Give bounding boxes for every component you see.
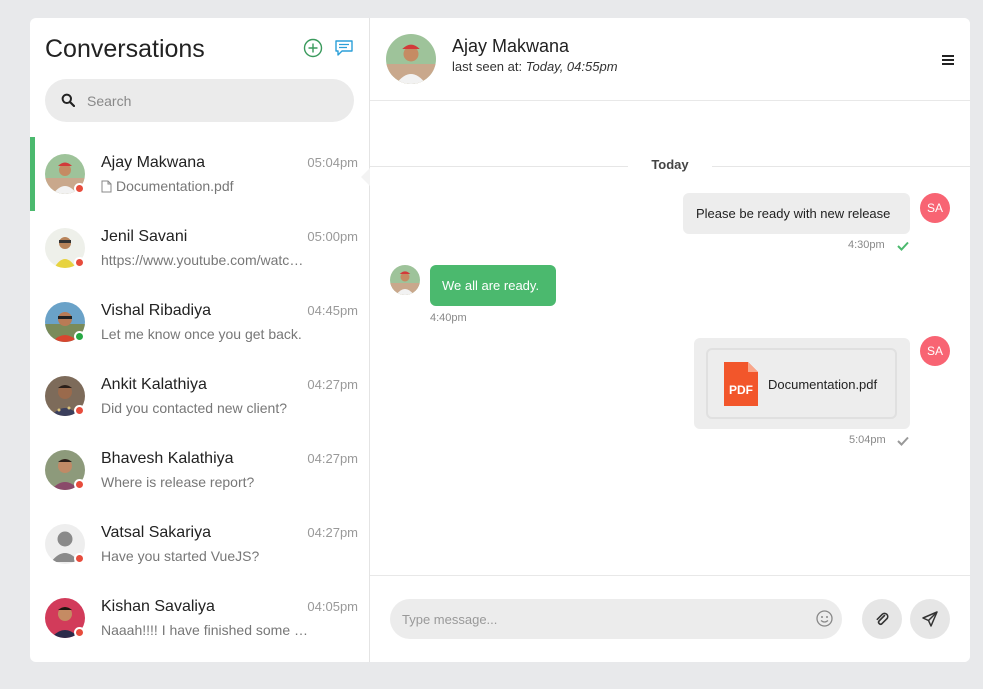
delivered-check-icon: [897, 436, 909, 446]
attach-button[interactable]: [862, 599, 902, 639]
conversation-preview: Did you contacted new client?: [101, 400, 287, 416]
chat-panel: Ajay Makwana last seen at: Today, 04:55p…: [370, 18, 970, 662]
conversation-item[interactable]: Kishan Savaliya 04:05pm Naaah!!!! I have…: [30, 581, 370, 655]
conversation-name: Jenil Savani: [101, 228, 188, 245]
message-bubble: We all are ready.: [430, 265, 556, 306]
last-seen-value: Today, 04:55pm: [525, 59, 618, 74]
status-dot: [74, 331, 85, 342]
conversation-item[interactable]: Vishal Ribadiya 04:45pm Let me know once…: [30, 285, 370, 359]
file-icon: [101, 180, 112, 193]
add-conversation-icon[interactable]: [303, 38, 323, 58]
conversation-time: 04:05pm: [307, 599, 358, 614]
conversation-preview: Naaah!!!! I have finished some tasks: [101, 622, 311, 638]
message-time: 4:30pm: [848, 239, 885, 251]
paperclip-icon: [876, 612, 889, 625]
file-message-bubble: PDF Documentation.pdf: [694, 338, 910, 429]
message-time: 5:04pm: [849, 434, 886, 446]
conversation-item[interactable]: Ankit Kalathiya 04:27pm Did you contacte…: [30, 359, 370, 433]
conversation-item[interactable]: Vatsal Sakariya 04:27pm Have you started…: [30, 507, 370, 581]
conversation-preview: Documentation.pdf: [101, 178, 311, 194]
contact-avatar[interactable]: [386, 34, 436, 84]
message-composer: [370, 575, 970, 662]
message-input-box: [390, 599, 842, 639]
status-dot: [74, 553, 85, 564]
search-icon: [61, 93, 75, 107]
message-bubble: Please be ready with new release: [683, 193, 910, 234]
conversation-time: 04:27pm: [307, 377, 358, 392]
pdf-label: PDF: [729, 383, 753, 397]
conversation-name: Vatsal Sakariya: [101, 524, 211, 541]
chat-app: Conversations Search Ajay Makwana 05:04p…: [30, 18, 970, 662]
menu-icon[interactable]: [942, 55, 954, 65]
search-box: [45, 79, 354, 122]
date-divider: Today: [628, 157, 712, 172]
file-attachment[interactable]: PDF Documentation.pdf: [706, 348, 897, 419]
search-input[interactable]: [87, 79, 337, 122]
conversation-item[interactable]: Bhavesh Kalathiya 04:27pm Where is relea…: [30, 433, 370, 507]
status-dot: [74, 257, 85, 268]
conversation-preview: Let me know once you get back.: [101, 326, 302, 342]
conversation-name: Vishal Ribadiya: [101, 302, 211, 319]
sidebar: Conversations Search Ajay Makwana 05:04p…: [30, 18, 371, 662]
read-check-icon: [897, 241, 909, 251]
message-input[interactable]: [402, 599, 802, 639]
contact-name: Ajay Makwana: [452, 36, 570, 56]
conversation-name: Kishan Savaliya: [101, 598, 215, 615]
messages-icon[interactable]: [334, 38, 354, 58]
conversation-preview-text: Documentation.pdf: [116, 178, 234, 194]
conversation-preview: https://www.youtube.com/watch?v=: [101, 252, 311, 268]
message-text: We all are ready.: [442, 278, 540, 293]
message-text: Please be ready with new release: [696, 206, 891, 221]
conversation-time: 04:27pm: [307, 525, 358, 540]
contact-message-avatar: [390, 265, 420, 295]
conversation-time: 04:45pm: [307, 303, 358, 318]
conversation-name: Bhavesh Kalathiya: [101, 450, 234, 467]
status-dot: [74, 183, 85, 194]
emoji-icon[interactable]: [816, 610, 833, 627]
message-time: 4:40pm: [430, 312, 467, 324]
sender-avatar: SA: [920, 336, 950, 366]
chat-header: Ajay Makwana last seen at: Today, 04:55p…: [370, 18, 970, 101]
sender-avatar: SA: [920, 193, 950, 223]
last-seen: last seen at: Today, 04:55pm: [452, 59, 618, 74]
conversation-name: Ajay Makwana: [101, 154, 206, 171]
status-dot: [74, 627, 85, 638]
conversation-time: 05:04pm: [307, 155, 358, 170]
last-seen-label: last seen at:: [452, 59, 523, 74]
conversation-preview: Where is release report?: [101, 474, 255, 490]
conversation-time: 04:27pm: [307, 451, 358, 466]
send-icon: [922, 611, 938, 627]
conversation-time: 05:00pm: [307, 229, 358, 244]
pdf-file-icon: PDF: [724, 362, 758, 406]
file-name: Documentation.pdf: [768, 377, 878, 392]
conversation-name: Ankit Kalathiya: [101, 376, 207, 393]
sidebar-header: Conversations: [30, 18, 369, 80]
send-button[interactable]: [910, 599, 950, 639]
conversation-item[interactable]: Jenil Savani 05:00pm https://www.youtube…: [30, 211, 370, 285]
conversation-item[interactable]: Ajay Makwana 05:04pm Documentation.pdf: [30, 137, 371, 211]
conversation-list: Ajay Makwana 05:04pm Documentation.pdf J…: [30, 137, 371, 655]
conversation-preview: Have you started VueJS?: [101, 548, 260, 564]
status-dot: [74, 479, 85, 490]
status-dot: [74, 405, 85, 416]
sidebar-title: Conversations: [45, 35, 205, 63]
